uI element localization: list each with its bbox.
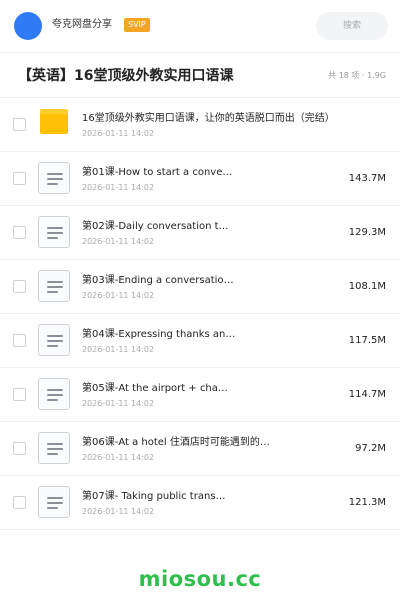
select-checkbox[interactable] <box>13 118 26 131</box>
svip-badge: SVIP <box>124 18 150 32</box>
file-size: 114.7M <box>348 389 386 400</box>
file-date: 2026-01-11 14:02 <box>82 345 155 354</box>
file-name: 第03课-Ending a conversatio… <box>82 275 234 286</box>
document-icon <box>38 216 70 248</box>
file-date: 2026-01-11 14:02 <box>82 237 155 246</box>
file-name: 第04课-Expressing thanks an… <box>82 329 236 340</box>
file-date: 2026-01-11 14:02 <box>82 291 155 300</box>
file-date: 2026-01-11 14:02 <box>82 453 155 462</box>
document-icon <box>38 162 70 194</box>
share-title-bar: 【英语】16堂顶级外教实用口语课 共 18 项 · 1.9G <box>0 52 400 98</box>
file-date: 2026-01-11 14:02 <box>82 399 155 408</box>
file-row[interactable]: 第04课-Expressing thanks an… 2026-01-11 14… <box>0 314 400 368</box>
document-icon <box>38 486 70 518</box>
file-name: 第05课-At the airport + cha… <box>82 383 228 394</box>
file-row[interactable]: 第06课-At a hotel 住酒店时可能遇到的… 2026-01-11 14… <box>0 422 400 476</box>
document-icon <box>38 324 70 356</box>
file-size: 143.7M <box>348 173 386 184</box>
file-list: 16堂顶级外教实用口语课，让你的英语脱口而出（完结） 2026-01-11 14… <box>0 98 400 530</box>
file-size: 129.3M <box>348 227 386 238</box>
file-size: 108.1M <box>348 281 386 292</box>
page-title: 【英语】16堂顶级外教实用口语课 <box>18 68 234 84</box>
select-checkbox[interactable] <box>13 172 26 185</box>
select-checkbox[interactable] <box>13 226 26 239</box>
watermark: miosou.cc <box>138 567 262 591</box>
select-checkbox[interactable] <box>13 496 26 509</box>
file-row[interactable]: 第07课- Taking public trans… 2026-01-11 14… <box>0 476 400 530</box>
file-name: 第02课-Daily conversation t… <box>82 221 229 232</box>
search-input[interactable]: 搜索 <box>316 12 388 40</box>
file-row[interactable]: 第05课-At the airport + cha… 2026-01-11 14… <box>0 368 400 422</box>
file-row[interactable]: 第01课-How to start a conve… 2026-01-11 14… <box>0 152 400 206</box>
file-row[interactable]: 第03课-Ending a conversatio… 2026-01-11 14… <box>0 260 400 314</box>
item-summary: 共 18 项 · 1.9G <box>328 71 386 80</box>
folder-date: 2026-01-11 14:02 <box>82 129 155 138</box>
file-size: 97.2M <box>355 443 386 454</box>
username: 夸克网盘分享 <box>52 19 112 30</box>
file-date: 2026-01-11 14:02 <box>82 507 155 516</box>
top-bar: 夸克网盘分享 SVIP 搜索 <box>0 0 400 52</box>
document-icon <box>38 378 70 410</box>
folder-row[interactable]: 16堂顶级外教实用口语课，让你的英语脱口而出（完结） 2026-01-11 14… <box>0 98 400 152</box>
select-checkbox[interactable] <box>13 442 26 455</box>
select-checkbox[interactable] <box>13 334 26 347</box>
select-checkbox[interactable] <box>13 388 26 401</box>
file-size: 121.3M <box>348 497 386 508</box>
file-name: 第06课-At a hotel 住酒店时可能遇到的… <box>82 437 270 448</box>
folder-name: 16堂顶级外教实用口语课，让你的英语脱口而出（完结） <box>82 113 335 124</box>
file-row[interactable]: 第02课-Daily conversation t… 2026-01-11 14… <box>0 206 400 260</box>
document-icon <box>38 270 70 302</box>
file-name: 第07课- Taking public trans… <box>82 491 226 502</box>
file-name: 第01课-How to start a conve… <box>82 167 233 178</box>
avatar[interactable] <box>14 12 42 40</box>
file-size: 117.5M <box>348 335 386 346</box>
file-date: 2026-01-11 14:02 <box>82 183 155 192</box>
folder-icon <box>40 109 68 134</box>
document-icon <box>38 432 70 464</box>
select-checkbox[interactable] <box>13 280 26 293</box>
